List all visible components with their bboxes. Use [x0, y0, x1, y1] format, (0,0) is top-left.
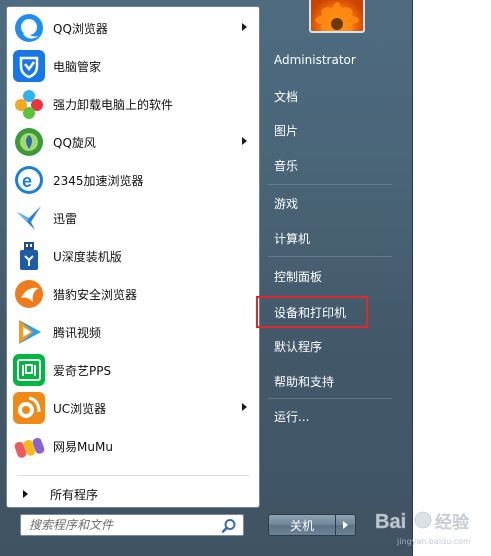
program-item-udeep[interactable]: U深度装机版 [7, 237, 259, 275]
start-menu: QQ浏览器 电脑管家 强力卸载电脑上的软件 QQ旋风 e 2345加速浏览器 迅… [0, 0, 413, 556]
games-link[interactable]: 游戏 [264, 189, 396, 217]
program-label: U深度装机版 [53, 249, 122, 264]
help-and-support-link[interactable]: 帮助和支持 [264, 367, 396, 395]
right-divider [268, 256, 392, 257]
play-arrow-icon [23, 490, 28, 498]
watermark-url: jingyan.baidu.com [396, 537, 471, 546]
right-divider [268, 398, 392, 399]
run-link[interactable]: 运行... [264, 402, 396, 430]
programs-divider [17, 475, 249, 476]
flower-picture-icon [315, 2, 359, 31]
search-box[interactable] [20, 514, 244, 536]
program-label: 2345加速浏览器 [53, 173, 144, 188]
program-item-2345-browser[interactable]: e 2345加速浏览器 [7, 161, 259, 199]
submenu-arrow-icon [242, 23, 247, 31]
program-item-qq-browser[interactable]: QQ浏览器 [7, 9, 259, 47]
programs-pane: QQ浏览器 电脑管家 强力卸载电脑上的软件 QQ旋风 e 2345加速浏览器 迅… [6, 6, 260, 508]
program-item-tencent-video[interactable]: 腾讯视频 [7, 313, 259, 351]
liebao-browser-icon [13, 278, 45, 310]
iqiyi-icon [13, 354, 45, 386]
chevron-right-icon [343, 521, 348, 529]
pictures-link[interactable]: 图片 [264, 116, 396, 144]
program-item-uc-browser[interactable]: UC浏览器 [7, 389, 259, 427]
uninstaller-icon [13, 88, 45, 120]
thunder-icon [13, 202, 45, 234]
program-label: 猎豹安全浏览器 [53, 287, 138, 302]
2345-browser-icon: e [13, 164, 45, 196]
program-label: 网易MuMu [53, 439, 113, 454]
right-divider [268, 184, 392, 185]
qq-browser-icon [13, 12, 45, 44]
user-avatar[interactable] [309, 0, 365, 33]
program-label: 电脑管家 [53, 59, 102, 74]
udeep-icon [13, 240, 45, 272]
program-item-pc-manager[interactable]: 电脑管家 [7, 47, 259, 85]
program-label: 迅雷 [53, 211, 78, 226]
control-panel-link[interactable]: 控制面板 [264, 262, 396, 290]
submenu-arrow-icon [242, 403, 247, 411]
music-link[interactable]: 音乐 [264, 151, 396, 179]
program-label: QQ浏览器 [53, 21, 108, 36]
svg-text:e: e [22, 171, 32, 191]
program-item-mumu[interactable]: 网易MuMu [7, 427, 259, 465]
highlight-annotation-box [256, 296, 368, 328]
submenu-arrow-icon [242, 137, 247, 145]
program-label: 强力卸载电脑上的软件 [53, 97, 174, 112]
pc-manager-icon [13, 50, 45, 82]
shutdown-button[interactable]: 关机 [268, 514, 336, 536]
baidu-watermark-logo: Bai 经验 jingyan.baidu.com [375, 511, 471, 546]
program-item-thunder[interactable]: 迅雷 [7, 199, 259, 237]
watermark-suffix: 经验 [435, 513, 469, 533]
program-label: 爱奇艺PPS [53, 363, 112, 378]
all-programs-label: 所有程序 [50, 487, 99, 502]
uc-browser-icon [13, 392, 45, 424]
program-label: QQ旋风 [53, 135, 96, 150]
default-programs-link[interactable]: 默认程序 [264, 332, 396, 360]
program-label: UC浏览器 [53, 401, 107, 416]
user-administrator[interactable]: Administrator [264, 46, 396, 74]
program-item-qq-whirlwind[interactable]: QQ旋风 [7, 123, 259, 161]
program-item-liebao-browser[interactable]: 猎豹安全浏览器 [7, 275, 259, 313]
mumu-icon [13, 430, 45, 462]
shutdown-options-button[interactable] [336, 514, 356, 536]
watermark-brand: Bai [375, 511, 406, 533]
program-list: QQ浏览器 电脑管家 强力卸载电脑上的软件 QQ旋风 e 2345加速浏览器 迅… [7, 9, 259, 465]
qq-whirlwind-icon [13, 126, 45, 158]
program-item-uninstaller[interactable]: 强力卸载电脑上的软件 [7, 85, 259, 123]
documents-link[interactable]: 文档 [264, 82, 396, 110]
program-item-iqiyi[interactable]: 爱奇艺PPS [7, 351, 259, 389]
tencent-video-icon [13, 316, 45, 348]
search-icon[interactable] [221, 518, 237, 534]
computer-link[interactable]: 计算机 [264, 224, 396, 252]
all-programs-button[interactable]: 所有程序 [11, 481, 255, 507]
program-label: 腾讯视频 [53, 325, 102, 340]
search-input[interactable] [21, 516, 217, 534]
